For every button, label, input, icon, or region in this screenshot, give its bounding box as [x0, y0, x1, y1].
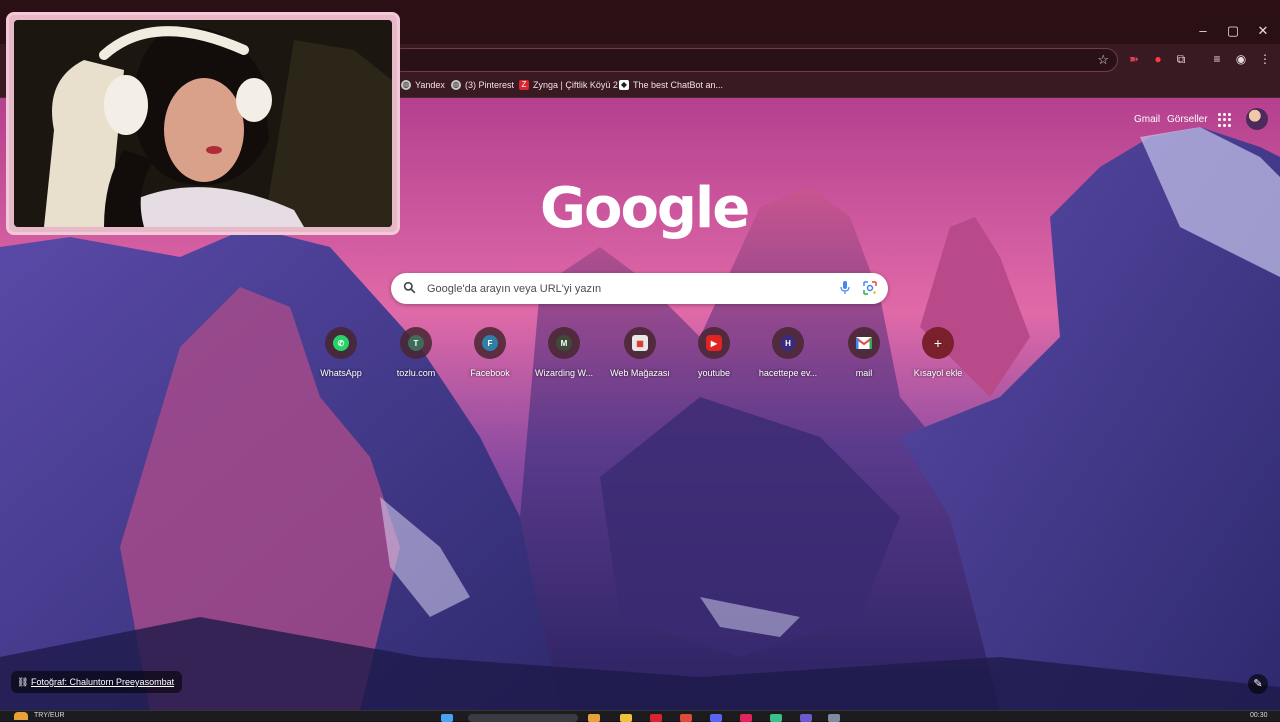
globe-icon: ◍	[401, 80, 411, 90]
shortcut-tile: H	[772, 327, 804, 359]
taskbar-app-icon[interactable]	[740, 714, 752, 722]
shortcut-web-store[interactable]: ▦ Web Mağazası	[606, 327, 674, 378]
browser-menu-icon[interactable]: ⋮	[1256, 50, 1274, 68]
web-store-icon: ▦	[632, 335, 648, 351]
extensions-puzzle-icon[interactable]: ⧉	[1172, 50, 1190, 68]
shortcut-label: WhatsApp	[320, 368, 362, 378]
shortcut-label: hacettepe ev...	[758, 368, 818, 378]
discord-icon[interactable]	[710, 714, 722, 722]
shortcut-tile: T	[400, 327, 432, 359]
shortcut-label: Web Mağazası	[610, 368, 670, 378]
bookmark-label: The best ChatBot an...	[633, 80, 724, 90]
extension-icon-2[interactable]: ●	[1149, 50, 1167, 68]
letter-m-icon: M	[556, 335, 572, 351]
shortcut-whatsapp[interactable]: ✆ WhatsApp	[307, 327, 375, 378]
bookmark-yandex[interactable]: ◍ Yandex	[401, 78, 445, 92]
close-button[interactable]: ✕	[1248, 20, 1278, 42]
shortcut-tile: M	[548, 327, 580, 359]
bookmark-label: (3) Pinterest	[465, 80, 515, 90]
shortcut-youtube[interactable]: ▶ youtube	[680, 327, 748, 378]
bookmark-label: Zynga | Çiftlik Köyü 2	[533, 80, 618, 90]
taskbar-search-box[interactable]	[468, 714, 578, 722]
windows-taskbar: TRY/EUR 00:30	[0, 710, 1280, 722]
taskbar-app-icon[interactable]	[828, 714, 840, 722]
shortcut-tozlu[interactable]: T tozlu.com	[382, 327, 450, 378]
search-icon	[403, 281, 416, 294]
taskbar-app-icon[interactable]	[650, 714, 662, 722]
shortcut-add[interactable]: + Kısayol ekle	[904, 327, 972, 378]
whatsapp-icon: ✆	[333, 335, 349, 351]
shortcut-tile	[848, 327, 880, 359]
shortcut-label: youtube	[697, 368, 731, 378]
taskbar-app-icon[interactable]	[588, 714, 600, 722]
webcam-overlay	[6, 12, 400, 235]
google-logo: Google	[540, 176, 750, 241]
minimize-button[interactable]: –	[1188, 20, 1218, 42]
bookmark-pinterest[interactable]: ◍ (3) Pinterest	[451, 78, 514, 92]
shortcut-label: Kısayol ekle	[913, 368, 963, 378]
shortcut-label: mail	[855, 368, 873, 378]
shortcut-tile: ▶	[698, 327, 730, 359]
bookmark-star-icon[interactable]: ☆	[1097, 52, 1109, 68]
currency-widget[interactable]: TRY/EUR	[34, 712, 65, 719]
weather-icon	[14, 712, 28, 720]
google-apps-icon[interactable]	[1218, 113, 1232, 127]
windows-start-icon[interactable]	[441, 714, 453, 722]
chrome-icon[interactable]	[680, 714, 692, 722]
search-box[interactable]	[391, 273, 888, 304]
shortcut-wizarding-world[interactable]: M Wizarding W...	[530, 327, 598, 378]
link-icon: ⛓	[17, 677, 29, 687]
shortcut-label: Facebook	[470, 368, 510, 378]
extension-icon-1[interactable]: ➽	[1125, 50, 1143, 68]
shortcut-mail[interactable]: mail	[830, 327, 898, 378]
file-explorer-icon[interactable]	[620, 714, 632, 722]
zynga-icon: Z	[519, 80, 529, 90]
shortcut-tile: ✆	[325, 327, 357, 359]
globe-icon: ◍	[451, 80, 461, 90]
bookmark-zynga[interactable]: Z Zynga | Çiftlik Köyü 2	[519, 78, 618, 92]
plus-icon: +	[933, 335, 943, 351]
shortcut-tile: +	[922, 327, 954, 359]
photo-attribution-link[interactable]: ⛓ Fotoğraf: Chaluntorn Preeyasombat	[11, 671, 183, 693]
letter-t-icon: T	[408, 335, 424, 351]
browser-profile-icon[interactable]: ◉	[1232, 50, 1250, 68]
bookmark-chatbot[interactable]: ◆ The best ChatBot an...	[619, 78, 723, 92]
shortcut-tile: F	[474, 327, 506, 359]
customize-pencil-icon[interactable]: ✎	[1248, 674, 1268, 694]
account-avatar[interactable]	[1246, 108, 1268, 130]
attribution-text: Fotoğraf: Chaluntorn Preeyasombat	[31, 677, 175, 687]
search-input[interactable]	[425, 279, 829, 299]
shortcut-label: Wizarding W...	[534, 368, 593, 378]
microphone-icon[interactable]	[840, 281, 850, 295]
google-lens-icon[interactable]	[863, 281, 877, 295]
maximize-button[interactable]: ▢	[1218, 20, 1248, 42]
webcam-video	[14, 20, 392, 227]
letter-f-icon: F	[482, 335, 498, 351]
taskbar-app-icon[interactable]	[770, 714, 782, 722]
shortcut-facebook[interactable]: F Facebook	[456, 327, 524, 378]
taskbar-clock: 00:30	[1250, 712, 1268, 719]
shortcut-hacettepe[interactable]: H hacettepe ev...	[754, 327, 822, 378]
gmail-link[interactable]: Gmail	[1134, 114, 1160, 125]
chatbot-icon: ◆	[619, 80, 629, 90]
shortcut-label: tozlu.com	[396, 368, 436, 378]
bookmark-label: Yandex	[415, 80, 445, 90]
gmail-icon	[856, 337, 872, 349]
images-link[interactable]: Görseller	[1167, 114, 1208, 125]
youtube-icon: ▶	[706, 335, 722, 351]
taskbar-app-icon[interactable]	[800, 714, 812, 722]
letter-h-icon: H	[780, 335, 796, 351]
address-bar[interactable]: ☆	[390, 48, 1118, 72]
media-controls-icon[interactable]: ≡	[1208, 50, 1226, 68]
shortcut-tile: ▦	[624, 327, 656, 359]
